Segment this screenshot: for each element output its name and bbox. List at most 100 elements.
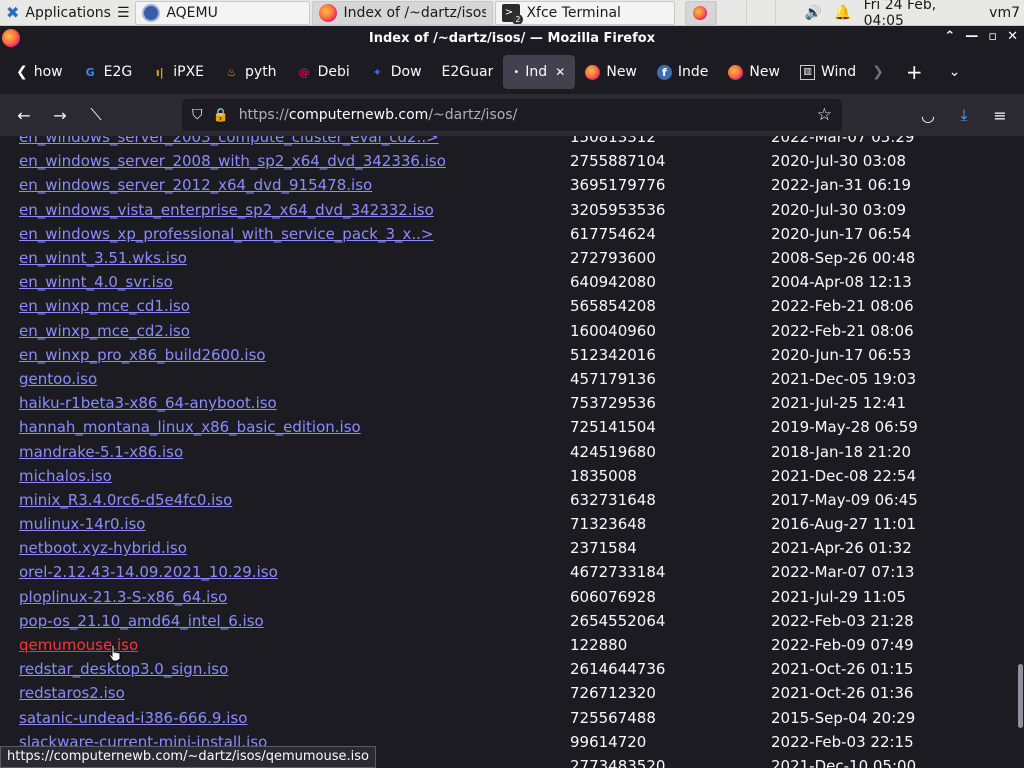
file-link[interactable]: pop-os_21.10_amd64_intel_6.iso <box>0 609 570 633</box>
file-date: 2022-Feb-21 08:06 <box>771 321 914 340</box>
tracking-shield-icon[interactable]: ⛉ <box>192 107 203 123</box>
fedora-icon: f <box>656 64 672 80</box>
file-link[interactable]: en_windows_server_2012_x64_dvd_915478.is… <box>0 173 570 197</box>
file-row: en_winnt_3.51.wks.iso 272793600 2008-Sep-2… <box>0 246 1016 270</box>
tab-new-1[interactable]: New <box>575 55 647 89</box>
file-link[interactable]: ploplinux-21.3-S-x86_64.iso <box>0 585 570 609</box>
file-size: 606076928 <box>570 587 656 606</box>
downloads-button[interactable]: ⤓ <box>946 99 982 131</box>
file-link[interactable]: netboot.xyz-hybrid.iso <box>0 536 570 560</box>
tab-download[interactable]: ✦ Dow <box>360 55 432 89</box>
file-date: 2021-Jul-25 12:41 <box>771 394 907 413</box>
tab-index-fedora[interactable]: f Inde <box>647 55 719 89</box>
dot-icon: • <box>513 66 520 78</box>
file-link[interactable]: en_windows_server_2003_compute_cluster_e… <box>0 136 570 149</box>
file-link[interactable]: mulinux-14r0.iso <box>0 512 570 536</box>
tab-windows[interactable]: ▥ Wind <box>790 55 866 89</box>
workspace-3[interactable] <box>745 0 775 25</box>
file-row: en_winxp_mce_cd1.iso 565854208 2022-Feb-21… <box>0 294 1016 318</box>
tab-close-icon[interactable]: ✕ <box>555 65 565 79</box>
file-link[interactable]: en_windows_xp_professional_with_service_… <box>0 222 570 246</box>
tab-debian[interactable]: @ Debi <box>287 55 360 89</box>
file-row: gentoo.iso 457179136 2021-Dec-05 19:03 <box>0 367 1016 391</box>
file-link[interactable]: hannah_montana_linux_x86_basic_edition.i… <box>0 415 570 439</box>
workspace-firefox-thumb[interactable] <box>684 0 717 25</box>
tab-scroll-right-icon[interactable]: ❯ <box>872 64 884 80</box>
file-link[interactable]: en_winnt_4.0_svr.iso <box>0 270 570 294</box>
file-link[interactable]: redstaros2.iso <box>0 681 570 705</box>
google-icon: G <box>85 65 95 79</box>
file-link[interactable]: en_windows_server_2008_with_sp2_x64_dvd_… <box>0 149 570 173</box>
chevron-left-icon: ❮ <box>16 64 28 80</box>
clock[interactable]: Fri 24 Feb, 04:05 <box>864 0 978 29</box>
back-button[interactable]: ← <box>6 99 42 131</box>
window-minimize-icon[interactable]: — <box>965 29 978 44</box>
stop-button[interactable]: ⟍ <box>78 99 114 131</box>
file-row: redstaros2.iso 726712320 2021-Oct-26 01:36 <box>0 681 1016 705</box>
file-size: 725141504 <box>570 418 656 437</box>
taskbar-item-aqemu[interactable]: AQEMU <box>135 0 311 25</box>
tab-e2g[interactable]: G E2G <box>73 55 143 89</box>
pocket-button[interactable]: ◡ <box>910 99 946 131</box>
file-size: 3205953536 <box>570 200 666 219</box>
file-link[interactable]: minix_R3.4.0rc6-d5e4fc0.iso <box>0 488 570 512</box>
applications-menu[interactable]: ✖ Applications ☰ <box>0 1 133 25</box>
new-tab-icon[interactable]: + <box>906 60 923 84</box>
firefox-icon <box>693 5 708 20</box>
user-label: vm7 <box>989 4 1020 21</box>
firefox-icon <box>2 29 20 47</box>
taskbar-item-terminal[interactable]: >_ 2 Xfce Terminal <box>495 0 675 25</box>
file-link[interactable]: redstar_desktop3.0_sign.iso <box>0 657 570 681</box>
list-all-tabs-icon[interactable]: ⌄ <box>949 64 961 80</box>
file-date: 2020-Jun-17 06:54 <box>771 224 912 243</box>
file-link[interactable]: michalos.iso <box>0 464 570 488</box>
download-icon: ⤓ <box>960 105 968 124</box>
file-link[interactable]: en_winxp_mce_cd2.iso <box>0 319 570 343</box>
tab-how[interactable]: ❮ how <box>6 55 73 89</box>
window-close-icon[interactable]: ✕ <box>1007 29 1018 44</box>
menu-icon: ☰ <box>116 4 130 21</box>
tab-e2guardian[interactable]: E2Guar <box>432 55 504 89</box>
file-link[interactable]: en_winxp_mce_cd1.iso <box>0 294 570 318</box>
url-text[interactable]: https://computernewb.com/~dartz/isos/ <box>239 107 807 123</box>
file-link[interactable]: haiku-r1beta3-x86_64-anyboot.iso <box>0 391 570 415</box>
python-icon: ♨ <box>226 65 237 79</box>
file-listing: en_windows_server_2003_compute_cluster_e… <box>0 136 1016 768</box>
tab-python[interactable]: ♨ pyth <box>214 55 287 89</box>
tab-ipxe[interactable]: ı| iPXE <box>142 55 214 89</box>
window-collapse-icon[interactable]: ⌃ <box>944 29 955 44</box>
file-link[interactable]: qemumouse.iso <box>0 633 570 657</box>
file-size: 71323648 <box>570 515 647 534</box>
file-date: 2022-Jan-31 06:19 <box>771 176 912 195</box>
file-link[interactable]: en_winnt_3.51.wks.iso <box>0 246 570 270</box>
lock-icon[interactable]: 🔒 <box>213 108 229 123</box>
file-link[interactable]: gentoo.iso <box>0 367 570 391</box>
tab-new-2[interactable]: New <box>718 55 790 89</box>
file-row: en_windows_xp_professional_with_service_… <box>0 222 1016 246</box>
file-link[interactable]: en_winxp_pro_x86_build2600.iso <box>0 343 570 367</box>
taskbar-item-firefox[interactable]: Index of /~dartz/isos/... <box>312 0 494 25</box>
file-link[interactable]: mandrake-5.1-x86.iso <box>0 440 570 464</box>
workspace-2[interactable] <box>716 0 745 25</box>
tab-index-active[interactable]: • Ind ✕ <box>503 55 576 89</box>
file-size: 99614720 <box>570 732 647 751</box>
window-maximize-icon[interactable]: ▫ <box>988 29 997 44</box>
file-size: 1835008 <box>570 466 637 485</box>
file-row: en_windows_server_2008_with_sp2_x64_dvd_… <box>0 149 1016 173</box>
bookmark-star-icon[interactable]: ☆ <box>817 105 832 125</box>
file-link[interactable]: en_windows_vista_enterprise_sp2_x64_dvd_… <box>0 198 570 222</box>
file-link[interactable]: satanic-undead-i386-666.9.iso <box>0 706 570 730</box>
file-row: satanic-undead-i386-666.9.iso 725567488 20… <box>0 706 1016 730</box>
file-size: 272793600 <box>570 249 656 268</box>
workspace-4[interactable] <box>775 0 804 25</box>
notification-bell-icon[interactable]: 🔔 <box>834 5 851 21</box>
file-link[interactable]: orel-2.12.43-14.09.2021_10.29.iso <box>0 560 570 584</box>
debian-icon: @ <box>298 65 310 79</box>
scrollbar-thumb[interactable] <box>1018 664 1023 728</box>
volume-icon[interactable]: 🔊 <box>805 5 822 21</box>
url-bar[interactable]: ⛉ 🔒 https://computernewb.com/~dartz/isos… <box>182 99 842 131</box>
app-menu-button[interactable]: ≡ <box>982 99 1018 131</box>
forward-button[interactable]: → <box>42 99 78 131</box>
firefox-icon <box>585 64 601 80</box>
file-date: 2021-Dec-08 22:54 <box>771 466 917 485</box>
